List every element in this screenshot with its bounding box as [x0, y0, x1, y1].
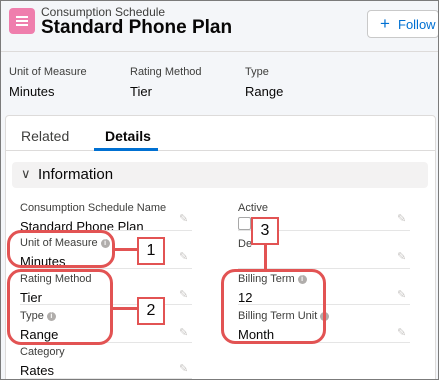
field-label: Consumption Schedule Name [20, 202, 167, 214]
follow-button[interactable]: + Follow [367, 10, 438, 38]
field-category: Category Rates [20, 346, 65, 378]
highlight-label: Type [245, 66, 269, 78]
callout-connector [112, 307, 138, 310]
callout-number-3: 3 [251, 217, 279, 245]
callout-number-2: 2 [137, 297, 165, 325]
callout-connector [264, 244, 267, 270]
highlight-value: Minutes [9, 84, 55, 99]
field-label: Active [238, 202, 268, 214]
highlight-rating-method: Rating Method Tier [130, 66, 202, 99]
edit-pencil-icon[interactable]: ✎ [179, 362, 188, 375]
tab-bar: Related Details [6, 116, 435, 151]
highlight-label: Rating Method [130, 66, 202, 78]
record-page: Consumption Schedule Standard Phone Plan… [0, 0, 439, 380]
edit-pencil-icon[interactable]: ✎ [397, 288, 406, 301]
highlight-unit-of-measure: Unit of Measure Minutes [9, 66, 87, 99]
field-description: De [238, 238, 252, 250]
edit-pencil-icon[interactable]: ✎ [397, 250, 406, 263]
field-label: Category [20, 346, 65, 358]
highlight-label: Unit of Measure [9, 66, 87, 78]
edit-pencil-icon[interactable]: ✎ [397, 326, 406, 339]
field-divider [20, 378, 192, 379]
callout-connector [114, 248, 138, 251]
tab-details[interactable]: Details [105, 128, 151, 144]
highlight-type: Type Range [245, 66, 283, 99]
follow-button-label: Follow [398, 17, 436, 32]
callout-number-1: 1 [137, 237, 165, 265]
edit-pencil-icon[interactable]: ✎ [179, 326, 188, 339]
active-tab-indicator [94, 148, 158, 151]
edit-pencil-icon[interactable]: ✎ [397, 212, 406, 225]
section-information-header[interactable]: ∨ Information [12, 162, 428, 188]
callout-highlight-rating-method-type [7, 269, 113, 345]
edit-pencil-icon[interactable]: ✎ [179, 250, 188, 263]
field-active: Active [238, 202, 268, 214]
plus-icon: + [380, 14, 390, 33]
active-checkbox[interactable] [238, 217, 251, 230]
chevron-down-icon: ∨ [21, 166, 31, 181]
section-title: Information [38, 166, 114, 183]
record-header: Consumption Schedule Standard Phone Plan… [1, 1, 438, 45]
edit-pencil-icon[interactable]: ✎ [179, 288, 188, 301]
highlights-panel: Unit of Measure Minutes Rating Method Ti… [1, 51, 438, 104]
record-title: Standard Phone Plan [41, 17, 233, 38]
edit-pencil-icon[interactable]: ✎ [179, 212, 188, 225]
consumption-schedule-icon [9, 8, 35, 34]
tab-related[interactable]: Related [21, 128, 69, 144]
highlight-value: Range [245, 84, 284, 99]
highlight-value: Tier [130, 84, 152, 99]
callout-highlight-billing-term [221, 269, 326, 344]
field-value: Rates [20, 363, 54, 378]
field-label: De [238, 238, 253, 250]
callout-highlight-unit-of-measure [7, 230, 115, 268]
